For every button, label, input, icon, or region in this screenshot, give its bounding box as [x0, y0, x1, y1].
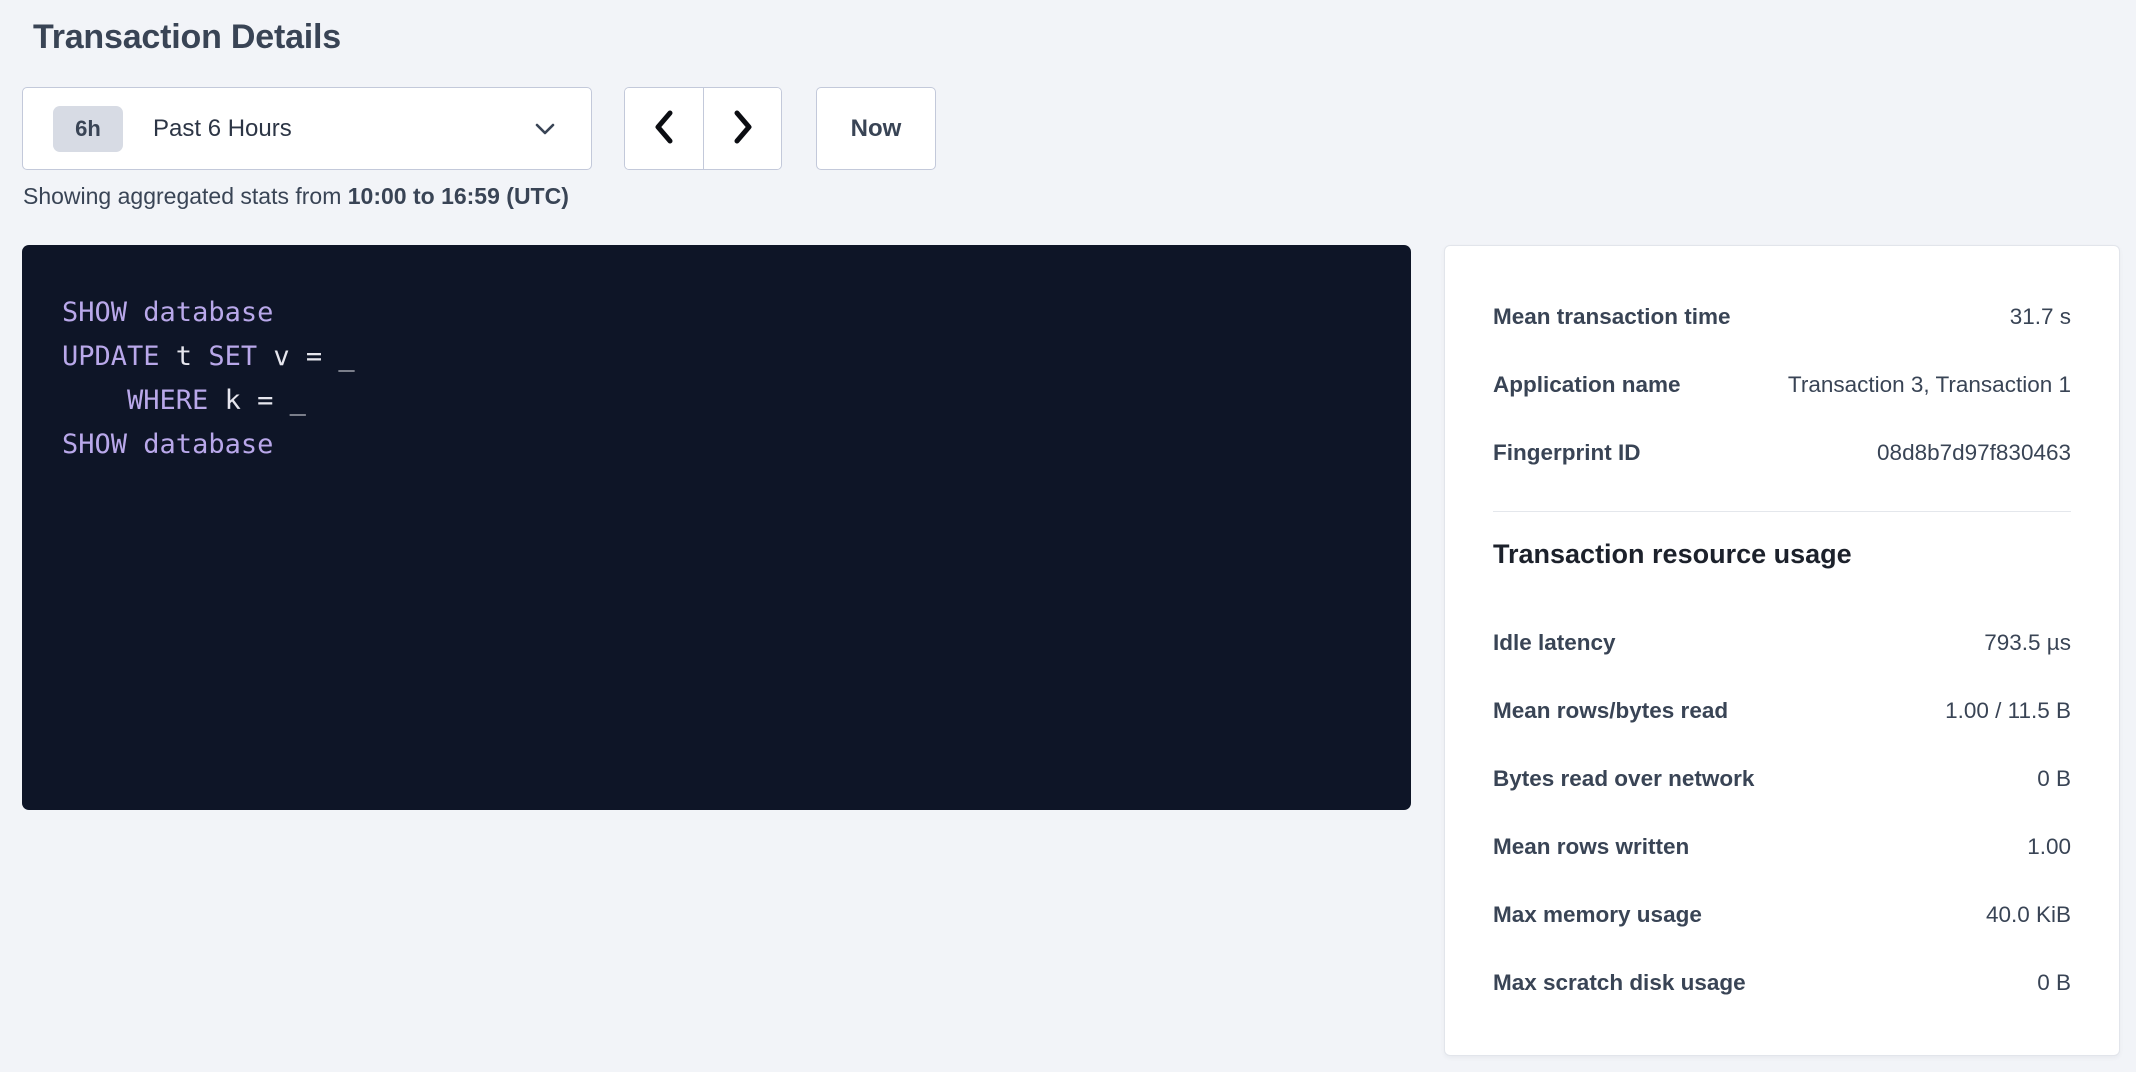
sql-keyword: database: [143, 297, 273, 328]
aggregated-stats-caption: Showing aggregated stats from 10:00 to 1…: [23, 183, 569, 210]
stat-value: 1.00 / 11.5 B: [1945, 698, 2071, 724]
sql-keyword: SHOW: [62, 297, 127, 328]
now-button[interactable]: Now: [816, 87, 936, 170]
stat-label: Fingerprint ID: [1493, 440, 1641, 466]
sql-keyword: WHERE: [127, 385, 208, 416]
summary-usage-rows: Idle latency 793.5 µs Mean rows/bytes read…: [1493, 609, 2071, 1017]
stat-value: 08d8b7d97f830463: [1877, 440, 2071, 466]
sql-text: t: [160, 341, 209, 372]
stat-row: Fingerprint ID 08d8b7d97f830463: [1493, 419, 2071, 487]
sql-line: SHOW database: [62, 423, 1371, 467]
sql-line: UPDATE t SET v = _: [62, 335, 1371, 379]
stat-value: 0 B: [2037, 970, 2071, 996]
sql-text: [62, 385, 127, 416]
previous-interval-button[interactable]: [625, 88, 703, 169]
sql-text: [127, 429, 143, 460]
time-controls: 6h Past 6 Hours Now: [22, 87, 936, 170]
next-interval-button[interactable]: [703, 88, 781, 169]
stat-value: 31.7 s: [2010, 304, 2071, 330]
stat-label: Max memory usage: [1493, 902, 1702, 928]
resource-usage-heading: Transaction resource usage: [1493, 536, 2071, 572]
stat-row: Application name Transaction 3, Transacti…: [1493, 351, 2071, 419]
chevron-down-icon: [533, 121, 557, 137]
stat-label: Mean rows written: [1493, 834, 1689, 860]
stat-value: 40.0 KiB: [1986, 902, 2071, 928]
sql-keyword: UPDATE: [62, 341, 160, 372]
stat-label: Max scratch disk usage: [1493, 970, 1746, 996]
sql-line: SHOW database: [62, 291, 1371, 335]
stat-value: 1.00: [2027, 834, 2071, 860]
sql-text: [127, 297, 143, 328]
caption-time-range: 10:00 to 16:59 (UTC): [348, 183, 569, 209]
caption-prefix: Showing aggregated stats from: [23, 183, 348, 209]
time-range-selected-label: Past 6 Hours: [153, 115, 533, 143]
stat-value: 0 B: [2037, 766, 2071, 792]
stat-value: Transaction 3, Transaction 1: [1788, 372, 2071, 398]
page-title: Transaction Details: [33, 18, 341, 57]
sql-statements-box: SHOW databaseUPDATE t SET v = _ WHERE k …: [22, 245, 1411, 810]
stat-label: Application name: [1493, 372, 1681, 398]
summary-top-rows: Mean transaction time 31.7 s Application n…: [1493, 283, 2071, 487]
stat-row: Max memory usage 40.0 KiB: [1493, 881, 2071, 949]
stat-label: Mean transaction time: [1493, 304, 1731, 330]
sql-text: k = _: [208, 385, 306, 416]
time-nav-group: [624, 87, 782, 170]
stat-row: Mean rows/bytes read 1.00 / 11.5 B: [1493, 677, 2071, 745]
chevron-left-icon: [652, 109, 676, 148]
stat-label: Bytes read over network: [1493, 766, 1754, 792]
sql-keyword: database: [143, 429, 273, 460]
summary-divider: [1493, 511, 2071, 512]
stat-row: Mean transaction time 31.7 s: [1493, 283, 2071, 351]
stat-value: 793.5 µs: [1984, 630, 2071, 656]
sql-text: v = _: [257, 341, 355, 372]
stat-row: Mean rows written 1.00: [1493, 813, 2071, 881]
time-range-badge: 6h: [53, 106, 123, 152]
sql-line: WHERE k = _: [62, 379, 1371, 423]
stat-label: Mean rows/bytes read: [1493, 698, 1728, 724]
sql-code: SHOW databaseUPDATE t SET v = _ WHERE k …: [62, 291, 1371, 467]
stat-label: Idle latency: [1493, 630, 1616, 656]
sql-keyword: SHOW: [62, 429, 127, 460]
transaction-summary-card: Mean transaction time 31.7 s Application n…: [1444, 245, 2120, 1056]
stat-row: Bytes read over network 0 B: [1493, 745, 2071, 813]
stat-row: Max scratch disk usage 0 B: [1493, 949, 2071, 1017]
sql-keyword: SET: [208, 341, 257, 372]
stat-row: Idle latency 793.5 µs: [1493, 609, 2071, 677]
chevron-right-icon: [731, 109, 755, 148]
time-range-dropdown[interactable]: 6h Past 6 Hours: [22, 87, 592, 170]
